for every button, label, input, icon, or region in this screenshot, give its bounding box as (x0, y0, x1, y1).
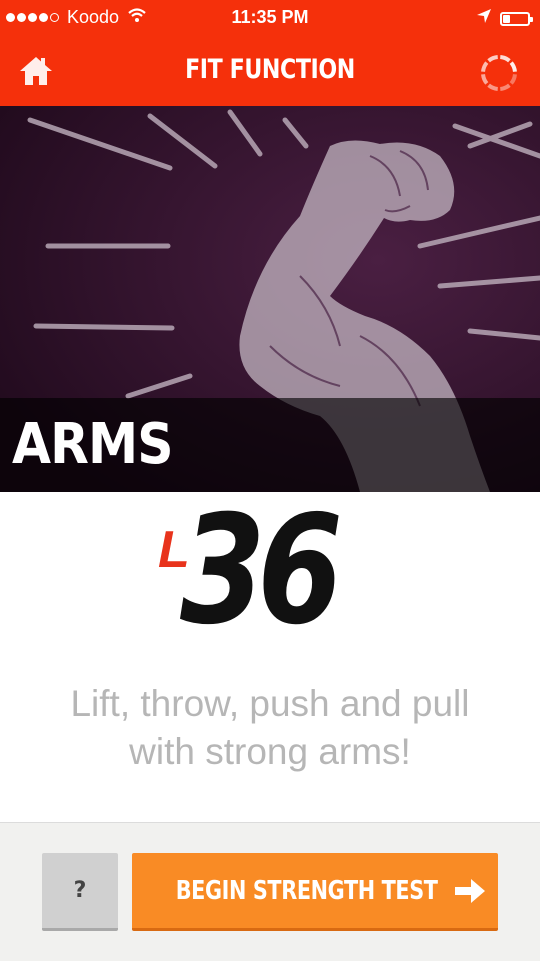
spinner-segment (509, 73, 517, 85)
level-number: 36 (180, 484, 343, 658)
status-bar: Koodo 11:35 PM (0, 0, 540, 36)
begin-strength-test-button[interactable]: BEGIN STRENGTH TEST (132, 853, 498, 931)
nav-title: FIT FUNCTION (185, 54, 355, 85)
arrow-right-icon (453, 877, 487, 905)
status-time: 11:35 PM (231, 7, 309, 27)
spinner-segment (481, 73, 489, 85)
spinner-segment (499, 83, 511, 91)
status-right (476, 8, 533, 29)
spinner-segment (509, 61, 517, 73)
footer-bar: ? BEGIN STRENGTH TEST (0, 822, 540, 961)
spinner-segment (499, 55, 511, 63)
location-arrow-icon (476, 8, 492, 29)
loading-spinner-icon (478, 52, 520, 94)
help-button-label: ? (73, 878, 87, 903)
hero-banner: ARMS (0, 106, 540, 492)
begin-button-label: BEGIN STRENGTH TEST (176, 875, 438, 906)
spinner-segment (487, 55, 499, 63)
help-button[interactable]: ? (42, 853, 118, 931)
hero-title: ARMS (12, 412, 174, 477)
battery-fill (503, 14, 511, 23)
description-text: Lift, throw, push and pull with strong a… (70, 683, 470, 772)
level-display: L 36 (0, 496, 540, 660)
spinner-segment (487, 83, 499, 91)
spinner-segment (481, 61, 489, 73)
battery-icon (500, 11, 533, 26)
nav-bar: FIT FUNCTION (0, 36, 540, 106)
